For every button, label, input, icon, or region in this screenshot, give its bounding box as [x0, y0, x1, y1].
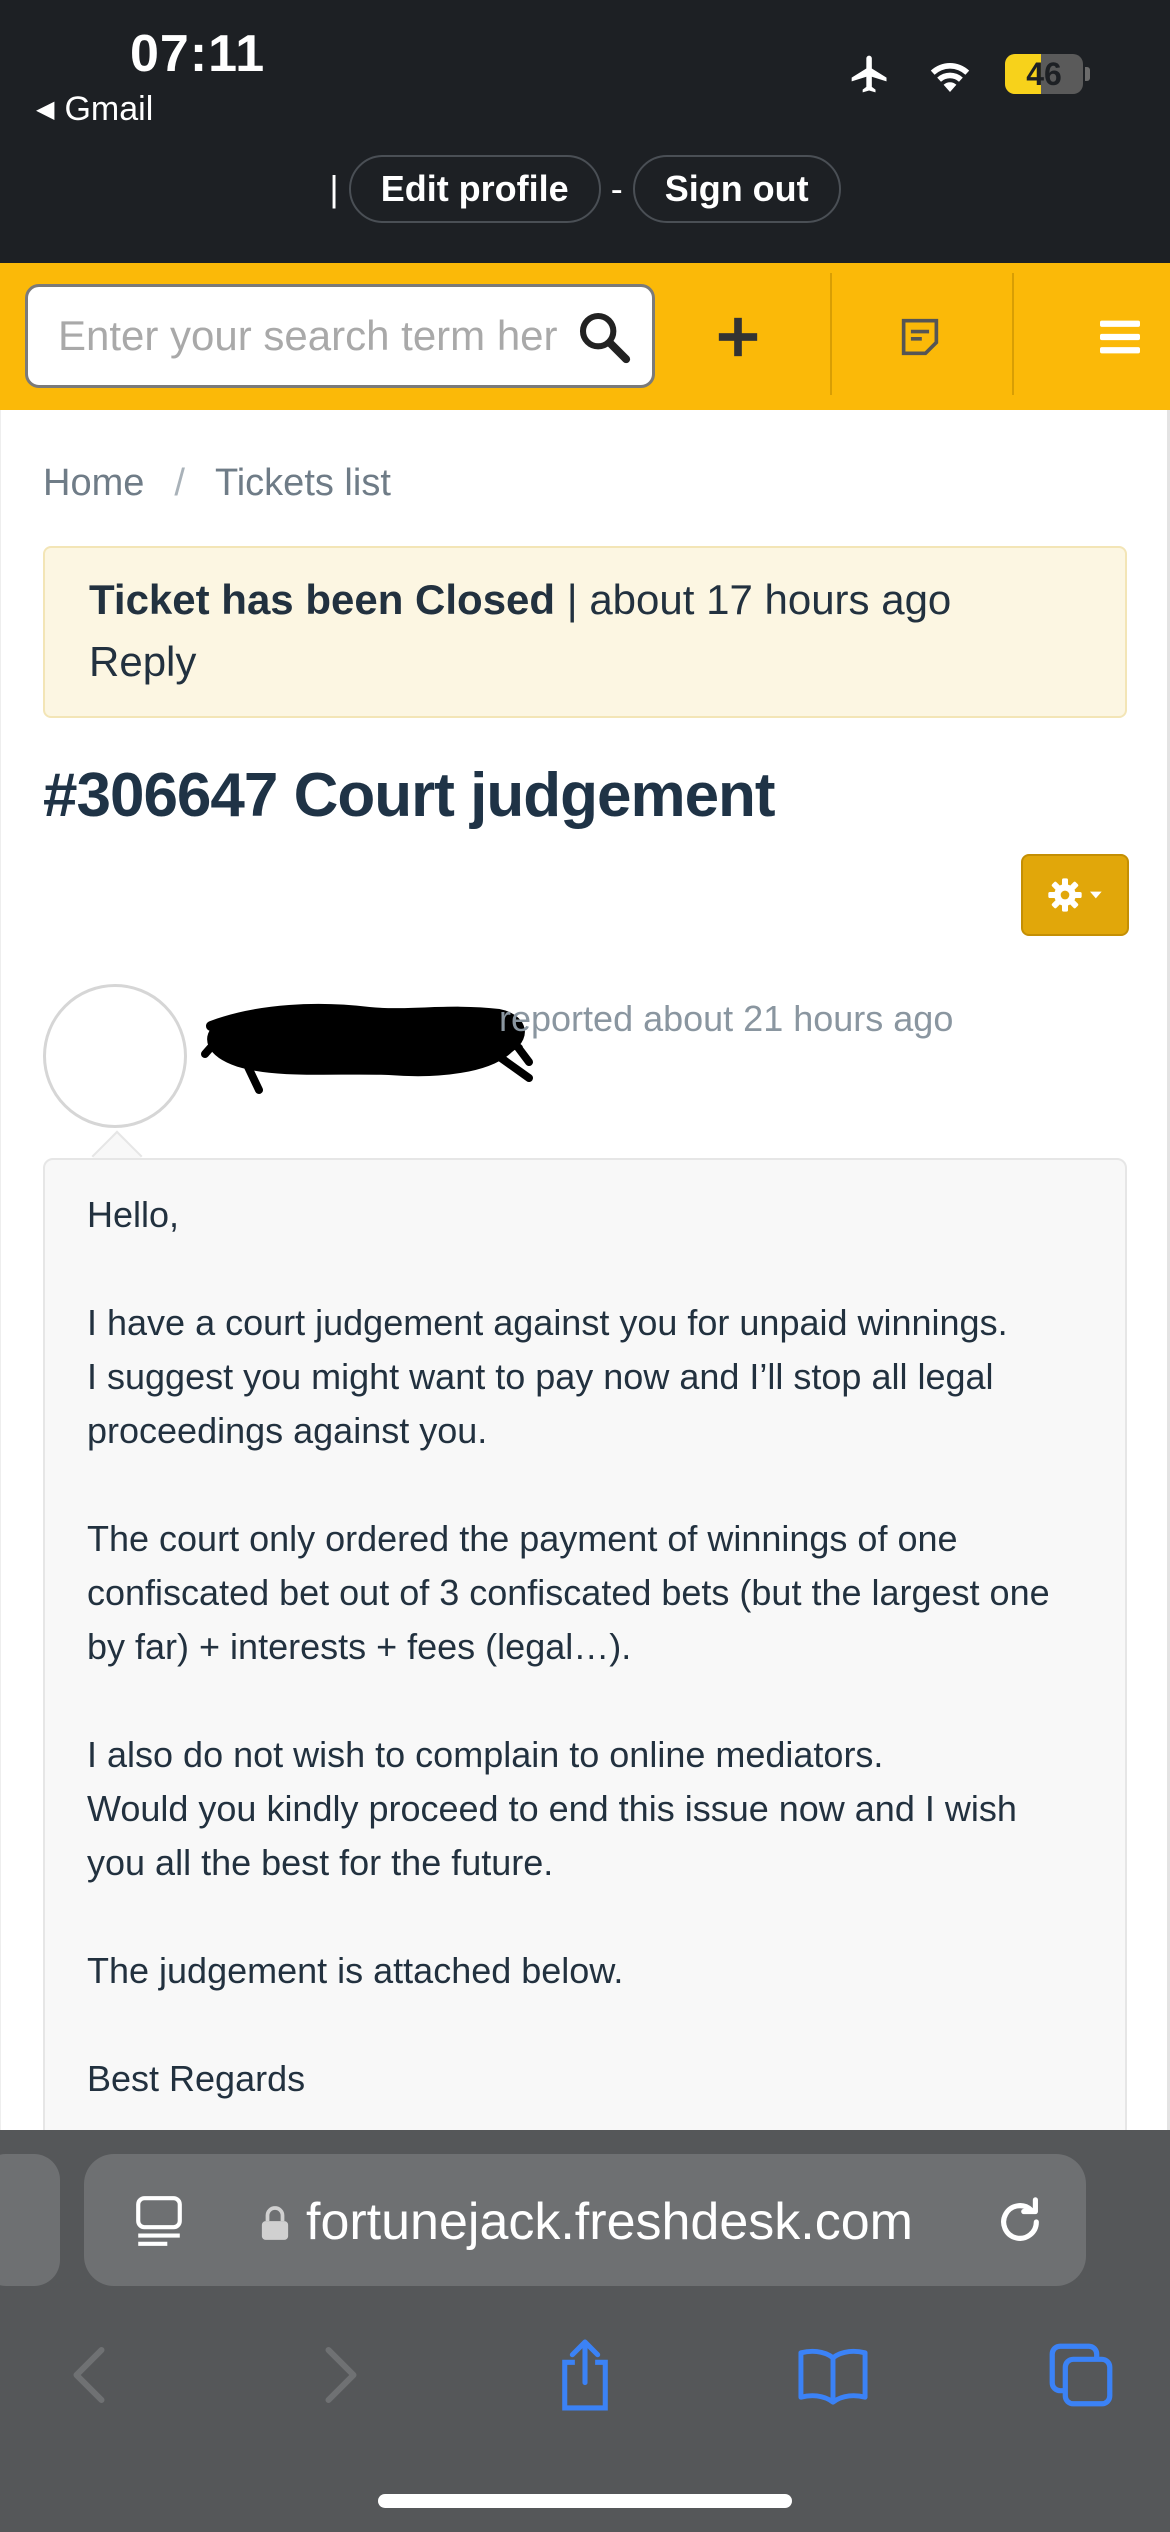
breadcrumb-home[interactable]: Home [43, 462, 144, 505]
new-ticket-button[interactable] [680, 263, 795, 410]
message-paragraph: I also do not wish to complain to online… [87, 1734, 1017, 1883]
share-button[interactable] [530, 2320, 640, 2430]
home-indicator [378, 2494, 792, 2508]
ticket-status-time: about 17 hours ago [589, 576, 952, 623]
reported-time: reported about 21 hours ago [499, 998, 954, 1039]
account-separator-dash: - [610, 168, 623, 209]
gear-icon [1048, 878, 1102, 912]
chevron-left-icon [73, 2347, 105, 2403]
reporter-avatar [43, 984, 187, 1128]
tabs-icon [1049, 2343, 1113, 2407]
ticket-status-text: Ticket has been Closed [89, 576, 556, 623]
breadcrumb-tickets-list[interactable]: Tickets list [215, 462, 391, 505]
reply-link[interactable]: Reply [89, 638, 196, 686]
notice-separator: | [566, 576, 578, 623]
sign-out-button[interactable]: Sign out [632, 155, 841, 223]
back-to-app-link[interactable]: ◀ Gmail [36, 90, 153, 129]
battery-percent: 46 [1026, 55, 1062, 92]
message-paragraph: The judgement is attached below. [87, 1950, 624, 1991]
bookmarks-button[interactable] [778, 2320, 888, 2430]
status-icons: 46 [845, 52, 1090, 96]
search-input[interactable] [58, 312, 558, 360]
menu-icon [1100, 320, 1140, 353]
ticket-actions-button[interactable] [1021, 854, 1129, 936]
back-button[interactable] [34, 2320, 144, 2430]
menu-button[interactable] [1070, 263, 1170, 410]
status-time: 07:11 [130, 25, 266, 83]
reader-mode-icon[interactable] [134, 2194, 184, 2248]
search-box [25, 284, 655, 388]
message-paragraph: Best Regards [87, 2058, 306, 2099]
wifi-icon [930, 62, 970, 92]
ticket-title: #306647 Court judgement [43, 761, 776, 830]
back-arrow-icon: ◀ [36, 96, 55, 123]
ticket-page: Home / Tickets list Ticket has been Clos… [0, 410, 1170, 2130]
tickets-button[interactable] [870, 263, 970, 410]
forward-button[interactable] [286, 2320, 396, 2430]
lock-icon [261, 2206, 289, 2240]
browser-bottom-bar: fortunejack.freshdesk.com [0, 2130, 1170, 2532]
tabs-button[interactable] [1026, 2320, 1136, 2430]
book-icon [798, 2348, 868, 2405]
breadcrumb: Home / Tickets list [43, 462, 391, 505]
reload-icon[interactable] [992, 2194, 1048, 2250]
chevron-right-icon [325, 2347, 357, 2403]
plus-icon [718, 317, 757, 356]
message-paragraph: Hello, [87, 1194, 180, 1235]
portal-toolbar [0, 263, 1170, 410]
top-header: 07:11 ◀ Gmail 46 | Edit profile - Sign o… [0, 0, 1170, 263]
breadcrumb-separator: / [174, 462, 185, 504]
share-icon [562, 2339, 608, 2411]
airplane-icon [851, 55, 887, 93]
ticket-message-body: Hello, I have a court judgement against … [43, 1158, 1127, 2130]
account-bar: | Edit profile - Sign out [0, 155, 1170, 223]
browser-nav-row [0, 2320, 1170, 2430]
previous-tab-edge[interactable] [0, 2154, 60, 2286]
back-app-label: Gmail [64, 90, 154, 128]
address-bar[interactable]: fortunejack.freshdesk.com [84, 2154, 1086, 2286]
account-separator: | [329, 168, 339, 209]
message-paragraph: I have a court judgement against you for… [87, 1302, 1008, 1451]
ticket-status-notice: Ticket has been Closed | about 17 hours … [43, 546, 1127, 718]
redacted-name-scribble [201, 1003, 533, 1094]
url-text: fortunejack.freshdesk.com [306, 2193, 913, 2251]
battery-indicator: 46 [1005, 54, 1090, 94]
edit-profile-button[interactable]: Edit profile [348, 155, 601, 223]
ticket-icon [901, 318, 939, 355]
search-icon[interactable] [576, 309, 632, 365]
message-paragraph: The court only ordered the payment of wi… [87, 1518, 1050, 1667]
